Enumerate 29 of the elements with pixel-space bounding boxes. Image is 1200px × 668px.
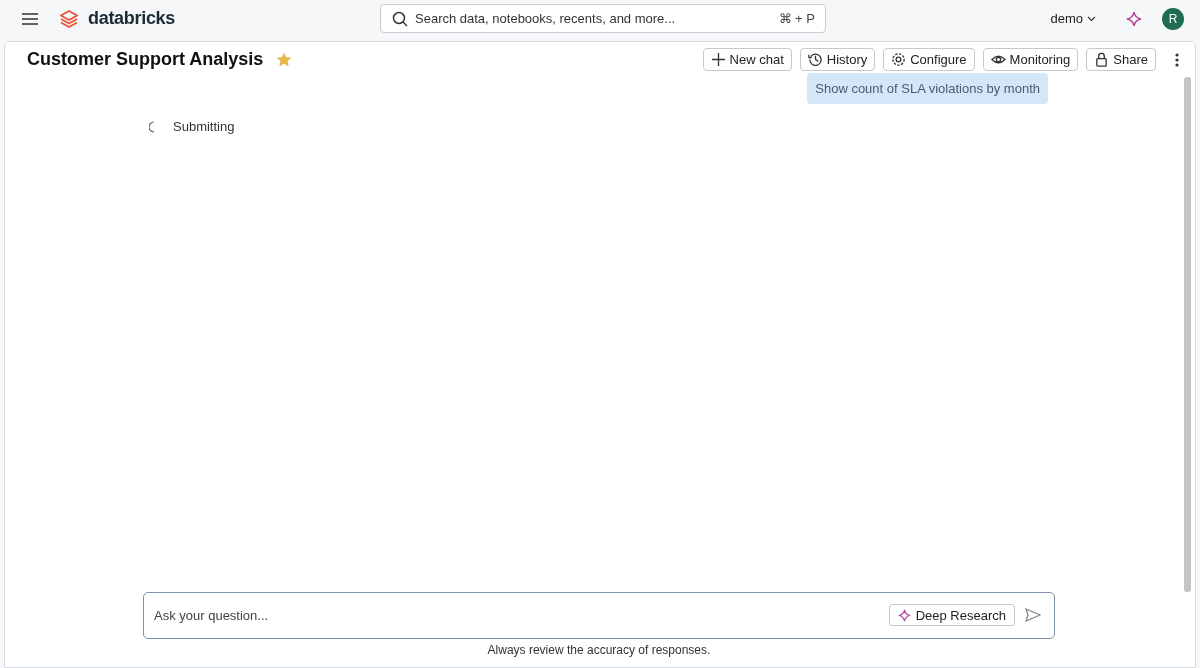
spinner-icon bbox=[149, 120, 155, 133]
sparkle-icon bbox=[897, 608, 911, 622]
scrollbar[interactable] bbox=[1184, 77, 1191, 592]
settings-icon bbox=[891, 52, 907, 67]
toolbar-button[interactable]: History bbox=[799, 48, 876, 71]
sparkle-icon[interactable] bbox=[1126, 10, 1142, 27]
toolbar-button[interactable]: Configure bbox=[883, 48, 975, 71]
brand-name: databricks bbox=[88, 8, 176, 29]
status-text: Submitting bbox=[173, 119, 235, 134]
toolbar-button[interactable]: Share bbox=[1086, 48, 1156, 71]
disclaimer-text: Always review the accuracy of responses. bbox=[486, 643, 712, 657]
page-title: Customer Support Analysis bbox=[27, 49, 264, 70]
toolbar-button[interactable]: New chat bbox=[702, 48, 792, 71]
send-icon[interactable] bbox=[1025, 608, 1041, 622]
user-avatar[interactable]: R bbox=[1162, 7, 1184, 30]
logo-icon bbox=[60, 9, 78, 28]
deep-research-button[interactable]: Deep Research bbox=[888, 604, 1015, 626]
history-icon bbox=[807, 52, 823, 67]
plus-icon bbox=[710, 52, 726, 67]
workspace-dropdown[interactable]: demo bbox=[1044, 10, 1102, 27]
toolbar-button[interactable]: Monitoring bbox=[982, 48, 1079, 71]
star-icon[interactable] bbox=[277, 52, 292, 67]
more-icon[interactable] bbox=[1175, 52, 1179, 67]
search-icon bbox=[392, 11, 408, 27]
menu-icon[interactable] bbox=[22, 12, 38, 25]
shortcut-hint: ⌘ + P bbox=[778, 11, 815, 26]
user-message: Show count of SLA violations by month bbox=[807, 73, 1048, 104]
chevron-down-icon bbox=[1087, 15, 1096, 22]
lock-icon bbox=[1094, 52, 1110, 67]
